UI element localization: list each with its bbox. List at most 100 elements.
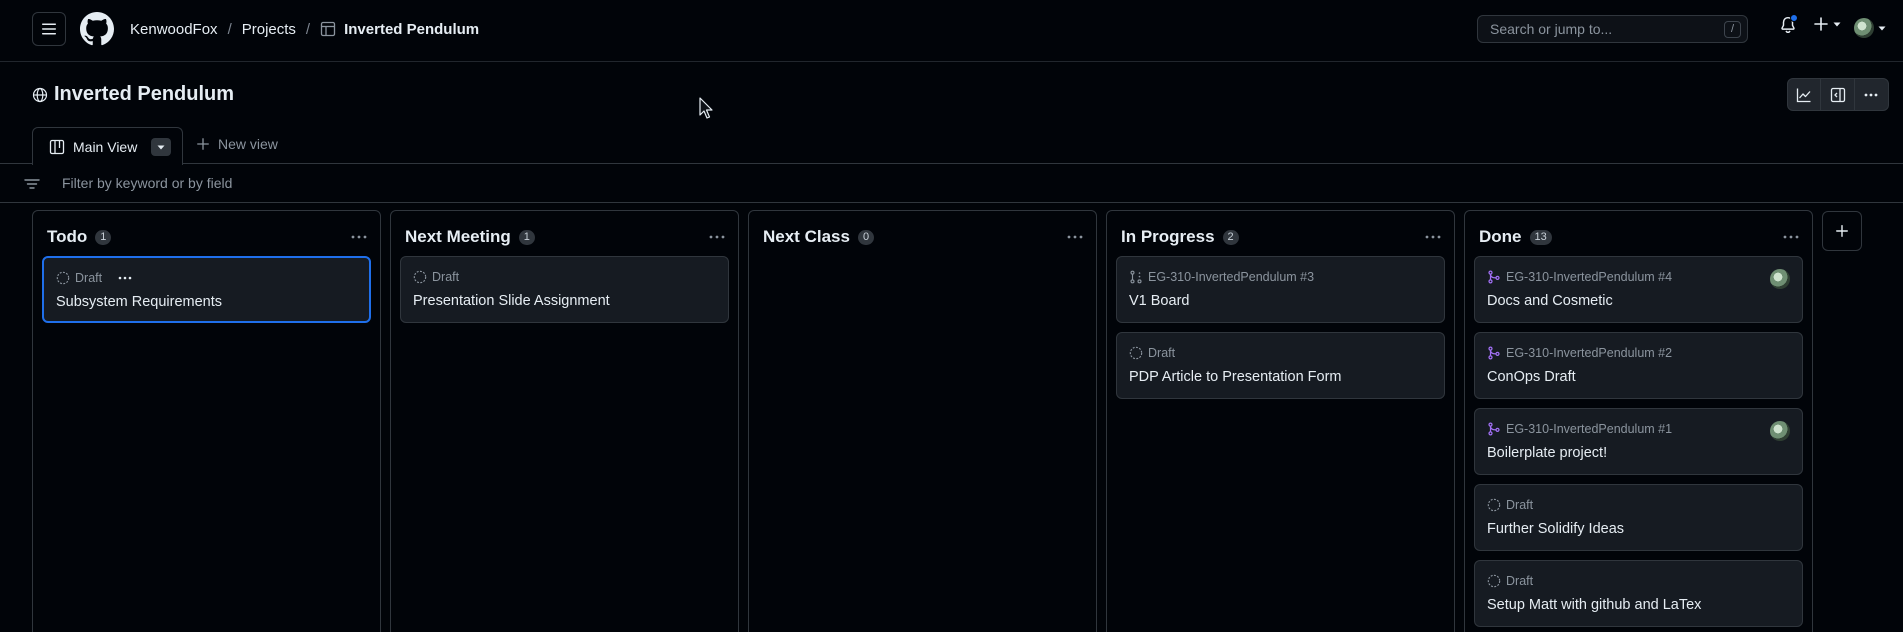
user-menu-button[interactable]	[1854, 18, 1894, 38]
caret-down-icon	[1833, 22, 1841, 27]
column-count-badge: 1	[95, 229, 112, 245]
card-meta-label: EG-310-InvertedPendulum #4	[1506, 270, 1673, 284]
board-icon	[49, 139, 65, 154]
filter-input[interactable]: Filter by keyword or by field	[62, 175, 232, 191]
card-meta-label: Draft	[432, 270, 460, 284]
card-title[interactable]: Subsystem Requirements	[56, 294, 222, 310]
project-title[interactable]: Inverted Pendulum	[54, 83, 234, 106]
draft-icon	[56, 271, 70, 285]
merged-icon	[1488, 346, 1500, 360]
kebab-horizontal-icon	[1067, 235, 1083, 239]
column-menu-button[interactable]	[350, 229, 368, 245]
add-column-button[interactable]	[1822, 211, 1862, 251]
menu-button[interactable]	[32, 12, 66, 46]
card-meta-label: EG-310-InvertedPendulum #1	[1506, 422, 1673, 436]
column-menu-button[interactable]	[1782, 229, 1800, 245]
card-meta: Draft	[413, 269, 459, 285]
tab-main-view[interactable]: Main View	[32, 127, 183, 165]
kebab-horizontal-icon	[1783, 235, 1799, 239]
board-card[interactable]: Draft Setup Matt with github and LaTex	[1474, 560, 1803, 627]
card-title[interactable]: Boilerplate project!	[1487, 445, 1607, 461]
new-view-label: New view	[218, 136, 278, 152]
assignee-avatar[interactable]	[1770, 421, 1790, 441]
card-meta: Draft	[56, 270, 133, 286]
column-todo: Todo 1 Draft Subsystem Requirements	[32, 210, 381, 632]
card-meta: Draft	[1129, 345, 1175, 361]
search-shortcut-key: /	[1724, 21, 1741, 38]
notification-indicator	[1790, 14, 1798, 22]
page-title: Inverted Pendulum	[32, 83, 234, 106]
card-meta: EG-310-InvertedPendulum #1	[1487, 421, 1672, 437]
kebab-horizontal-icon	[351, 235, 367, 239]
card-meta-label: Draft	[75, 271, 103, 285]
global-header: KenwoodFox / Projects / Inverted Pendulu…	[0, 0, 1903, 62]
more-options-button[interactable]	[1855, 79, 1888, 110]
column-next-meeting: Next Meeting 1 Draft Presentation Slide …	[390, 210, 739, 632]
mouse-cursor-icon	[699, 97, 713, 119]
card-menu-button[interactable]	[117, 272, 133, 284]
board-card[interactable]: Draft PDP Article to Presentation Form	[1116, 332, 1445, 399]
board-card[interactable]: EG-310-InvertedPendulum #1 Boilerplate p…	[1474, 408, 1803, 475]
filter-bar: Filter by keyword or by field	[0, 165, 1903, 203]
column-count-badge: 2	[1222, 229, 1239, 245]
column-header: Next Class 0	[763, 225, 1086, 249]
draft-icon	[1487, 574, 1501, 588]
project-actions	[1787, 78, 1889, 111]
hamburger-icon	[42, 23, 56, 35]
card-title[interactable]: Docs and Cosmetic	[1487, 293, 1613, 309]
create-new-button[interactable]	[1813, 16, 1841, 32]
card-title[interactable]: Setup Matt with github and LaTex	[1487, 597, 1701, 613]
breadcrumb-project-label: Inverted Pendulum	[344, 20, 480, 38]
sidebar-expand-icon	[1830, 87, 1845, 102]
column-header: Todo 1	[47, 225, 370, 249]
card-meta-label: EG-310-InvertedPendulum #3	[1148, 270, 1315, 284]
column-title: Next Meeting	[405, 227, 511, 246]
avatar	[1854, 18, 1874, 38]
card-meta: Draft	[1487, 573, 1533, 589]
column-header: Done 13	[1479, 225, 1802, 249]
breadcrumb-project[interactable]: Inverted Pendulum	[320, 21, 479, 38]
kebab-horizontal-icon	[118, 276, 132, 280]
filter-icon[interactable]	[24, 177, 40, 191]
column-menu-button[interactable]	[1424, 229, 1442, 245]
column-menu-button[interactable]	[1066, 229, 1084, 245]
card-meta-label: Draft	[1148, 346, 1176, 360]
breadcrumb-owner[interactable]: KenwoodFox	[130, 21, 218, 38]
card-title[interactable]: Further Solidify Ideas	[1487, 521, 1624, 537]
globe-icon	[32, 87, 48, 102]
card-title[interactable]: ConOps Draft	[1487, 369, 1576, 385]
card-title[interactable]: V1 Board	[1129, 293, 1189, 309]
breadcrumb-separator: /	[227, 20, 232, 38]
github-logo-icon[interactable]	[80, 12, 114, 46]
plus-icon	[1814, 17, 1828, 31]
board-card[interactable]: EG-310-InvertedPendulum #4 Docs and Cosm…	[1474, 256, 1803, 323]
board-card[interactable]: Draft Subsystem Requirements	[42, 256, 371, 323]
card-meta: EG-310-InvertedPendulum #3	[1129, 269, 1314, 285]
board-card[interactable]: EG-310-InvertedPendulum #3 V1 Board	[1116, 256, 1445, 323]
view-options-button[interactable]	[151, 137, 172, 156]
card-title[interactable]: Presentation Slide Assignment	[413, 293, 610, 309]
column-title: In Progress	[1121, 227, 1215, 246]
merged-icon	[1488, 422, 1500, 436]
breadcrumb-projects[interactable]: Projects	[242, 21, 296, 38]
draft-icon	[1487, 498, 1501, 512]
caret-down-icon	[157, 145, 165, 149]
card-title[interactable]: PDP Article to Presentation Form	[1129, 369, 1342, 385]
insights-button[interactable]	[1788, 79, 1822, 110]
assignee-avatar[interactable]	[1770, 269, 1790, 289]
column-header: Next Meeting 1	[405, 225, 728, 249]
board-card[interactable]: Draft Presentation Slide Assignment	[400, 256, 729, 323]
board-card[interactable]: EG-310-InvertedPendulum #2 ConOps Draft	[1474, 332, 1803, 399]
merged-icon	[1488, 270, 1500, 284]
search-input[interactable]: Search or jump to... /	[1477, 15, 1748, 43]
column-count-badge: 0	[857, 229, 875, 245]
view-tabs: Main View New view	[0, 126, 1903, 165]
column-count-badge: 1	[518, 229, 535, 245]
new-view-button[interactable]: New view	[196, 136, 278, 152]
board-card[interactable]: Draft Further Solidify Ideas	[1474, 484, 1803, 551]
kebab-horizontal-icon	[1864, 93, 1878, 96]
column-count-badge: 13	[1529, 229, 1552, 245]
column-menu-button[interactable]	[708, 229, 726, 245]
side-panel-button[interactable]	[1821, 79, 1855, 110]
plus-icon	[197, 138, 209, 150]
